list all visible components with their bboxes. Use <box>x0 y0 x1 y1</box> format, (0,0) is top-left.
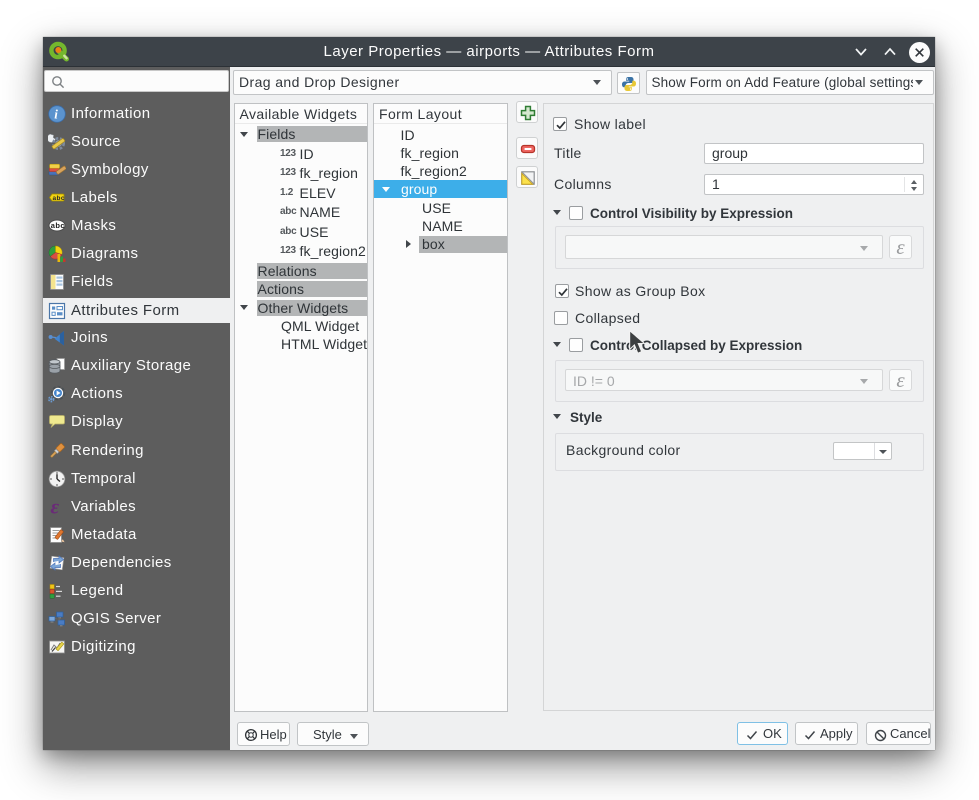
svg-text:ε: ε <box>51 498 60 516</box>
svg-text:i: i <box>54 106 58 121</box>
svg-text:abc: abc <box>51 221 65 230</box>
svg-text:abc: abc <box>53 195 65 202</box>
